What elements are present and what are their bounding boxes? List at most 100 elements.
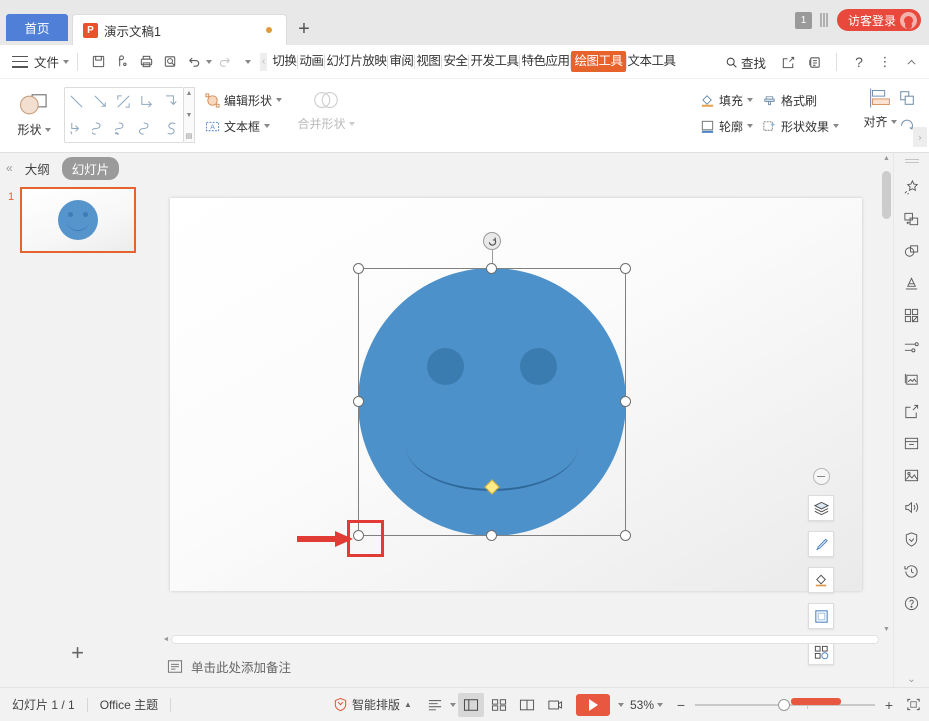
sidebar-collapse-icon[interactable]: ⌄ bbox=[907, 674, 915, 685]
more-options-icon[interactable]: ⋮ bbox=[873, 50, 897, 74]
presenter-view-button[interactable] bbox=[542, 693, 568, 717]
ribbon-tab-6[interactable]: 开发工具 bbox=[469, 51, 519, 72]
apps-grid-icon[interactable] bbox=[897, 300, 927, 330]
zoom-out-button[interactable]: − bbox=[673, 697, 689, 713]
rotation-handle[interactable] bbox=[483, 232, 501, 250]
shapes-button[interactable]: 形状 bbox=[8, 85, 60, 145]
shape-curve-3[interactable] bbox=[136, 115, 160, 142]
sound-icon[interactable] bbox=[897, 492, 927, 522]
ribbon-tab-0[interactable]: 切换 bbox=[271, 51, 297, 72]
frame-icon[interactable] bbox=[808, 603, 834, 629]
resize-handle-top-center[interactable] bbox=[486, 263, 497, 274]
scroll-down-icon[interactable]: ▼ bbox=[883, 626, 890, 633]
tab-outline[interactable]: 大纲 bbox=[21, 157, 54, 180]
shape-union-icon[interactable] bbox=[897, 236, 927, 266]
scrollbar-thumb[interactable] bbox=[882, 171, 891, 219]
security-shield-icon[interactable] bbox=[897, 524, 927, 554]
slide-canvas[interactable] bbox=[170, 198, 862, 665]
slide-thumbnail-1[interactable] bbox=[20, 187, 136, 253]
fill-bucket-icon[interactable] bbox=[808, 567, 834, 593]
shape-gallery-scrollbar[interactable]: ▲ ▼ ▤ bbox=[184, 87, 195, 143]
add-slide-button[interactable]: + bbox=[0, 635, 155, 671]
shape-elbow-connector[interactable] bbox=[136, 88, 160, 115]
slide-sorter-view-button[interactable] bbox=[486, 693, 512, 717]
shape-curve-1[interactable] bbox=[89, 115, 113, 142]
customize-quick-access-icon[interactable] bbox=[236, 50, 260, 74]
zoom-slider[interactable]: − + bbox=[673, 697, 897, 713]
collapse-ribbon-icon[interactable] bbox=[899, 50, 923, 74]
share-export-icon[interactable] bbox=[897, 396, 927, 426]
edit-shape-button[interactable]: 编辑形状 bbox=[205, 87, 295, 113]
archive-box-icon[interactable] bbox=[897, 428, 927, 458]
zoom-slider-knob[interactable] bbox=[777, 698, 790, 711]
resize-handle-bottom-right[interactable] bbox=[620, 530, 631, 541]
app-menu-icon[interactable] bbox=[12, 55, 28, 68]
textbox-button[interactable]: A 文本框 bbox=[205, 113, 295, 139]
shape-double-arrow[interactable] bbox=[112, 88, 136, 115]
ribbon-tab-2[interactable]: 幻灯片放映 bbox=[325, 51, 387, 72]
ribbon-tab-3[interactable]: 审阅 bbox=[388, 51, 414, 72]
resize-handle-middle-right[interactable] bbox=[620, 396, 631, 407]
shape-elbow-double[interactable] bbox=[65, 115, 89, 142]
resize-handle-top-right[interactable] bbox=[620, 263, 631, 274]
home-tab[interactable]: 首页 bbox=[6, 14, 68, 41]
text-art-icon[interactable] bbox=[897, 268, 927, 298]
theme-label[interactable]: Office 主题 bbox=[88, 696, 170, 713]
scrollbar-thumb[interactable] bbox=[172, 636, 878, 643]
print-search-icon[interactable] bbox=[158, 50, 182, 74]
outline-button[interactable]: 轮廓 bbox=[700, 113, 760, 139]
new-tab-button[interactable]: + bbox=[287, 14, 321, 45]
tab-slides[interactable]: 幻灯片 bbox=[61, 156, 120, 180]
normal-view-button[interactable] bbox=[457, 692, 484, 717]
file-menu-button[interactable]: 文件 bbox=[34, 52, 70, 71]
chevron-down-icon[interactable] bbox=[449, 702, 456, 707]
resize-handle-bottom-center[interactable] bbox=[486, 530, 497, 541]
scroll-up-icon[interactable]: ▲ bbox=[186, 90, 193, 97]
zoom-slider-track[interactable] bbox=[695, 697, 875, 711]
help-icon[interactable]: ? bbox=[847, 50, 871, 74]
ribbon-scroll-right[interactable]: › bbox=[913, 127, 927, 147]
canvas-horizontal-scrollbar[interactable]: ◄ bbox=[161, 634, 879, 645]
collapse-panel-icon[interactable]: « bbox=[6, 161, 13, 175]
shape-curve-2[interactable] bbox=[112, 115, 136, 142]
scrollbar-track[interactable] bbox=[171, 635, 879, 644]
window-count-badge[interactable]: 1 bbox=[794, 11, 812, 29]
zoom-level-button[interactable]: 53% bbox=[624, 698, 669, 712]
ribbon-tab-1[interactable]: 动画 bbox=[298, 51, 324, 72]
text-layout-icon[interactable] bbox=[422, 693, 448, 717]
ribbon-tab-7[interactable]: 特色应用 bbox=[520, 51, 570, 72]
align-button[interactable]: 对齐 bbox=[858, 85, 902, 130]
zoom-in-button[interactable]: + bbox=[881, 697, 897, 713]
resize-handle-middle-left[interactable] bbox=[353, 396, 364, 407]
shape-adjustment-handle[interactable] bbox=[484, 479, 500, 495]
swap-shape-icon[interactable] bbox=[897, 204, 927, 234]
close-floating-toolbar-button[interactable] bbox=[812, 468, 830, 485]
ribbon-tab-4[interactable]: 视图 bbox=[415, 51, 441, 72]
ribbon-tab-5[interactable]: 安全 bbox=[442, 51, 468, 72]
gallery-expand-icon[interactable]: ▤ bbox=[186, 133, 193, 140]
ribbon-tab-9[interactable]: 文本工具 bbox=[627, 51, 677, 72]
shape-curve-s[interactable] bbox=[159, 115, 183, 142]
format-painter-button[interactable]: 格式刷 bbox=[762, 87, 862, 113]
sidebar-drag-handle[interactable] bbox=[904, 159, 919, 164]
shape-effects-button[interactable]: 形状效果 bbox=[762, 113, 862, 139]
scroll-left-icon[interactable]: ◄ bbox=[161, 636, 171, 643]
document-tab-presentation1[interactable]: P 演示文稿1 bbox=[72, 14, 287, 45]
smart-layout-button[interactable]: 智能排版 ▲ bbox=[333, 696, 412, 713]
ribbon-tab-8[interactable]: 绘图工具 bbox=[571, 51, 626, 72]
save-icon[interactable] bbox=[86, 50, 110, 74]
help-circle-icon[interactable] bbox=[897, 588, 927, 618]
history-icon[interactable] bbox=[897, 556, 927, 586]
cooperate-icon[interactable] bbox=[802, 50, 826, 74]
scroll-down-icon[interactable]: ▼ bbox=[186, 112, 193, 119]
reading-view-button[interactable] bbox=[514, 693, 540, 717]
notes-pane[interactable]: 单击此处添加备注 bbox=[161, 649, 885, 683]
print-icon[interactable] bbox=[134, 50, 158, 74]
find-button[interactable]: 查找 bbox=[717, 53, 774, 72]
redo-icon[interactable] bbox=[212, 50, 236, 74]
image-gallery-icon[interactable] bbox=[897, 364, 927, 394]
settings-sliders-icon[interactable] bbox=[897, 332, 927, 362]
scroll-up-icon[interactable]: ▲ bbox=[883, 155, 890, 162]
ribbon-scroll-left[interactable]: ‹ bbox=[260, 52, 268, 71]
fill-button[interactable]: 填充 bbox=[700, 87, 760, 113]
